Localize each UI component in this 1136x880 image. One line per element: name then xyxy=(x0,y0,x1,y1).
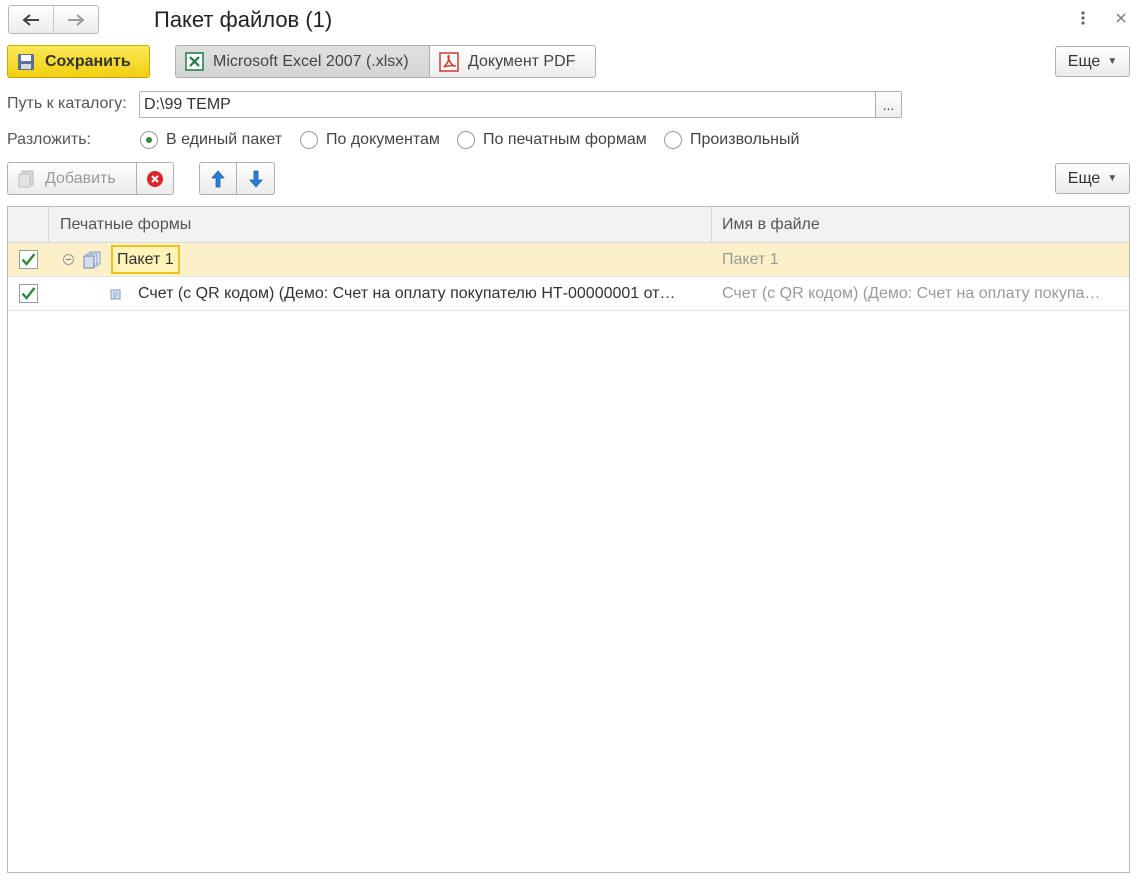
path-select-button[interactable]: ... xyxy=(875,92,901,117)
radio-button-selected xyxy=(140,131,158,149)
arrow-right-icon xyxy=(68,13,85,26)
split-label: Разложить: xyxy=(7,131,91,148)
add-button-label: Добавить xyxy=(45,169,116,187)
move-up-button[interactable] xyxy=(199,162,237,195)
arrow-down-icon xyxy=(248,170,263,188)
more-button-label: Еще xyxy=(1067,169,1101,187)
radio-button xyxy=(300,131,318,149)
radio-button xyxy=(664,131,682,149)
path-input[interactable]: D:\99 TEMP xyxy=(140,92,875,117)
row-checkbox[interactable] xyxy=(19,250,38,269)
save-button-label: Сохранить xyxy=(45,52,131,70)
column-header-check xyxy=(8,207,49,243)
table-row[interactable]: Счет (с QR кодом) (Демо: Счет на оплату … xyxy=(8,277,1129,311)
more-button-top[interactable]: Еще ▼ xyxy=(1055,46,1130,77)
radio-by-documents[interactable]: По документам xyxy=(300,130,440,150)
table-row[interactable]: Пакет 1 Пакет 1 xyxy=(8,243,1129,277)
kebab-menu-icon[interactable] xyxy=(1075,8,1091,28)
delete-button[interactable] xyxy=(137,162,174,195)
cell-file-name: Счет (с QR кодом) (Демо: Счет на оплату … xyxy=(712,277,1129,311)
radio-custom[interactable]: Произвольный xyxy=(664,130,799,150)
close-icon[interactable] xyxy=(1112,8,1130,28)
radio-button xyxy=(457,131,475,149)
check-mark-icon xyxy=(21,287,36,300)
column-header-print-forms[interactable]: Печатные формы xyxy=(49,207,712,243)
excel-icon xyxy=(185,52,204,71)
back-button[interactable] xyxy=(9,6,53,33)
cell-file-name: Пакет 1 xyxy=(722,251,779,268)
document-form-name: Счет (с QR кодом) (Демо: Счет на оплату … xyxy=(138,285,676,302)
arrow-left-icon xyxy=(22,13,39,26)
history-nav xyxy=(8,5,99,34)
radio-label: В единый пакет xyxy=(166,131,283,148)
add-document-icon xyxy=(18,170,34,187)
format-pdf-label: Документ PDF xyxy=(468,52,576,70)
file-name-text: Счет (с QR кодом) (Демо: Счет на оплату … xyxy=(722,285,1101,302)
print-forms-table: Печатные формы Имя в файле Пакет 1 Пакет… xyxy=(7,206,1130,873)
more-button-label: Еще xyxy=(1067,52,1101,70)
row-checkbox[interactable] xyxy=(19,284,38,303)
table-header: Печатные формы Имя в файле xyxy=(8,207,1129,243)
delete-icon xyxy=(147,170,163,187)
chevron-down-icon: ▼ xyxy=(1107,173,1118,184)
format-pdf-toggle[interactable]: Документ PDF xyxy=(430,45,596,78)
chevron-down-icon: ▼ xyxy=(1107,56,1118,67)
more-button-list[interactable]: Еще ▼ xyxy=(1055,163,1130,194)
forward-button[interactable] xyxy=(53,6,98,33)
radio-label: Произвольный xyxy=(690,131,800,148)
pdf-icon xyxy=(439,51,459,72)
package-icon xyxy=(83,251,101,269)
cell-print-form: Пакет 1 xyxy=(49,243,712,277)
add-delete-group: Добавить xyxy=(7,162,174,195)
radio-single-package[interactable]: В единый пакет xyxy=(140,130,282,150)
format-xlsx-toggle[interactable]: Microsoft Excel 2007 (.xlsx) xyxy=(175,45,430,78)
cell-print-form: Счет (с QR кодом) (Демо: Счет на оплату … xyxy=(49,277,712,311)
format-selector: Microsoft Excel 2007 (.xlsx) Документ PD… xyxy=(175,45,596,78)
add-button[interactable]: Добавить xyxy=(7,162,137,195)
arrow-up-icon xyxy=(211,169,225,187)
radio-label: По печатным формам xyxy=(483,131,647,148)
check-mark-icon xyxy=(21,253,36,266)
window-title: Пакет файлов (1) xyxy=(154,7,333,32)
collapse-icon[interactable] xyxy=(63,254,74,265)
path-field: D:\99 TEMP ... xyxy=(139,91,902,118)
package-name[interactable]: Пакет 1 xyxy=(111,245,180,274)
floppy-disk-icon xyxy=(18,53,34,70)
format-xlsx-label: Microsoft Excel 2007 (.xlsx) xyxy=(213,52,409,70)
path-label: Путь к каталогу: xyxy=(7,95,127,112)
radio-by-print-forms[interactable]: По печатным формам xyxy=(457,130,647,150)
move-down-button[interactable] xyxy=(237,162,275,195)
save-button[interactable]: Сохранить xyxy=(7,45,150,78)
move-group xyxy=(199,162,275,195)
radio-label: По документам xyxy=(326,131,440,148)
column-header-file-name[interactable]: Имя в файле xyxy=(712,207,1129,243)
document-icon xyxy=(110,289,121,300)
